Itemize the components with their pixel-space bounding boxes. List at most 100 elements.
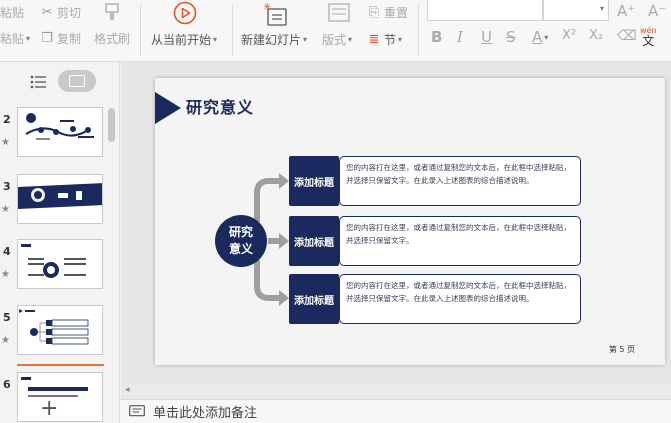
layout-label: 版式: [322, 33, 347, 47]
item-title: 添加标题: [294, 295, 334, 307]
center-label-line1: 研究: [228, 225, 253, 239]
superscript-glyph: X²: [562, 28, 577, 43]
cut-label: 剪切: [57, 6, 82, 20]
subscript-button[interactable]: X₂: [589, 28, 603, 43]
layout-button[interactable]: 版式 ▾: [322, 31, 352, 48]
paste-label-2: 粘贴: [0, 32, 25, 46]
star-icon: ★: [1, 204, 10, 215]
notes-icon: [129, 405, 145, 418]
add-slide-button[interactable]: +: [40, 398, 58, 420]
center-label-line2: 意义: [228, 242, 253, 256]
eraser-icon: ⌫: [617, 28, 637, 44]
separator: [140, 4, 141, 56]
outline-view-icon[interactable]: [30, 74, 48, 89]
format-painter-label: 格式刷: [94, 32, 131, 46]
item-title-tag[interactable]: 添加标题: [289, 216, 339, 266]
slide-view-toggle[interactable]: [58, 70, 96, 92]
superscript-button[interactable]: X²: [562, 28, 576, 43]
slide-number: 3: [3, 180, 11, 193]
strikethrough-button[interactable]: S: [506, 28, 516, 46]
section-button[interactable]: ≣ 节 ▾: [367, 31, 402, 48]
underline-button[interactable]: U: [481, 28, 492, 46]
slide-thumbnail[interactable]: [17, 107, 103, 157]
layout-icon: [328, 3, 350, 27]
thumbnail-scrollbar[interactable]: [108, 108, 115, 142]
star-icon: ★: [1, 335, 10, 346]
subscript-glyph: X₂: [589, 28, 604, 43]
paste-label-row: 粘贴 ▾: [0, 32, 31, 46]
new-slide-button[interactable]: 新建幻灯片 ▾: [241, 31, 307, 48]
reset-button[interactable]: ⎘ 重置: [367, 4, 408, 21]
strike-glyph: S: [506, 28, 516, 46]
center-circle[interactable]: 研究 意义: [215, 215, 267, 267]
item-text: 您的内容打在这里，或者通过复制您的文本后，在此框中选择粘贴，并选择只保留文字。: [346, 223, 571, 245]
item-title: 添加标题: [294, 237, 334, 249]
bold-glyph: B: [431, 28, 443, 46]
star-icon: ★: [1, 137, 10, 148]
new-slide-icon: ✳: [263, 1, 289, 31]
slide-thumbnail-row[interactable]: 3 ★: [0, 174, 112, 236]
slide-thumbnail-row-current[interactable]: 5 ★: [0, 305, 112, 367]
section-label: 节: [384, 33, 397, 47]
slide-thumbnail-current[interactable]: [17, 305, 103, 355]
item-title-tag[interactable]: 添加标题: [289, 156, 339, 206]
format-painter-icon: [101, 2, 123, 22]
paste-button[interactable]: 粘贴: [0, 4, 24, 21]
play-icon: [173, 1, 197, 29]
item-title: 添加标题: [294, 177, 334, 189]
item-text: 您的内容打在这里，或者通过复制您的文本后，在此框中选择粘贴，并选择只保留文字。在…: [346, 163, 571, 185]
slide-thumbnail-row[interactable]: 4 ★: [0, 239, 112, 301]
grow-font-button[interactable]: A⁺: [617, 2, 635, 20]
slide-number: 5: [3, 311, 11, 324]
insert-position-indicator: [17, 364, 104, 366]
separator: [418, 4, 419, 56]
slide-number: 2: [3, 113, 11, 126]
slide-thumbnail[interactable]: [17, 239, 103, 289]
svg-text:✳: ✳: [263, 2, 271, 13]
underline-glyph: U: [481, 28, 492, 46]
font-name-select[interactable]: [427, 0, 543, 21]
slide-thumbnail-row[interactable]: 2 ★: [0, 107, 112, 169]
cut-button[interactable]: ✂ 剪切: [40, 4, 81, 21]
clear-format-button[interactable]: ⌫: [617, 28, 637, 44]
slide-thumbnail[interactable]: [17, 372, 103, 422]
reset-label: 重置: [384, 6, 409, 20]
slide-number: 6: [3, 378, 11, 391]
slides-panel: 2 ★ 3 ★ 4 ★ 5 ★ 6 +: [0, 62, 120, 423]
item-title-tag[interactable]: 添加标题: [289, 274, 339, 324]
scroll-left-icon[interactable]: ◂: [125, 385, 130, 395]
new-slide-label: 新建幻灯片: [241, 33, 302, 47]
shrink-font-glyph: A⁻: [648, 2, 667, 20]
format-painter-button[interactable]: 格式刷: [94, 30, 130, 47]
horizontal-scrollbar[interactable]: ◂: [121, 384, 671, 398]
scissors-icon: ✂: [41, 5, 53, 20]
paste-label: 粘贴: [0, 6, 25, 20]
item-text-box[interactable]: 您的内容打在这里，或者通过复制您的文本后，在此框中选择粘贴，并选择只保留文字。: [339, 216, 581, 266]
slide-number: 4: [3, 245, 11, 258]
item-text: 您的内容打在这里，或者通过复制您的文本后，在此框中选择粘贴，并选择只保留文字。在…: [346, 281, 571, 303]
play-from-current-button[interactable]: 从当前开始 ▾: [151, 31, 217, 48]
star-icon: ★: [1, 269, 10, 280]
phonetic-guide-button[interactable]: wén 文: [640, 25, 657, 47]
font-color-button[interactable]: A ▾: [532, 28, 548, 46]
item-text-box[interactable]: 您的内容打在这里，或者通过复制您的文本后，在此框中选择粘贴，并选择只保留文字。在…: [339, 274, 581, 324]
copy-button[interactable]: ❐ 复制: [40, 30, 81, 47]
italic-button[interactable]: I: [457, 28, 463, 46]
shrink-font-button[interactable]: A⁻: [648, 2, 666, 20]
copy-icon: ❐: [41, 31, 53, 46]
current-slide[interactable]: 研究意义 研究 意义 添加标题 您的内容打在这里，或者通过复制您的文本后，在此框…: [155, 78, 665, 365]
grow-font-glyph: A⁺: [617, 2, 636, 20]
font-color-glyph: A: [532, 28, 543, 46]
play-from-current-label: 从当前开始: [151, 33, 212, 47]
copy-label: 复制: [57, 32, 82, 46]
ribbon-toolbar: 粘贴 粘贴 ▾ ✂ 剪切 ❐ 复制 格式刷 从当前开始 ▾ ✳ 新建幻灯片 ▾ 版式 ▾…: [0, 0, 671, 62]
notes-bar[interactable]: 单击此处添加备注: [121, 399, 671, 423]
slide-thumbnail[interactable]: [17, 174, 103, 224]
item-text-box[interactable]: 您的内容打在这里，或者通过复制您的文本后，在此框中选择粘贴，并选择只保留文字。在…: [339, 156, 581, 206]
slide-page-number: 第 5 页: [608, 345, 635, 354]
bold-button[interactable]: B: [431, 28, 442, 46]
notes-placeholder: 单击此处添加备注: [153, 406, 258, 421]
font-size-select[interactable]: ▾: [543, 0, 609, 21]
phonetic-char: 文: [642, 34, 655, 48]
italic-glyph: I: [457, 28, 463, 46]
